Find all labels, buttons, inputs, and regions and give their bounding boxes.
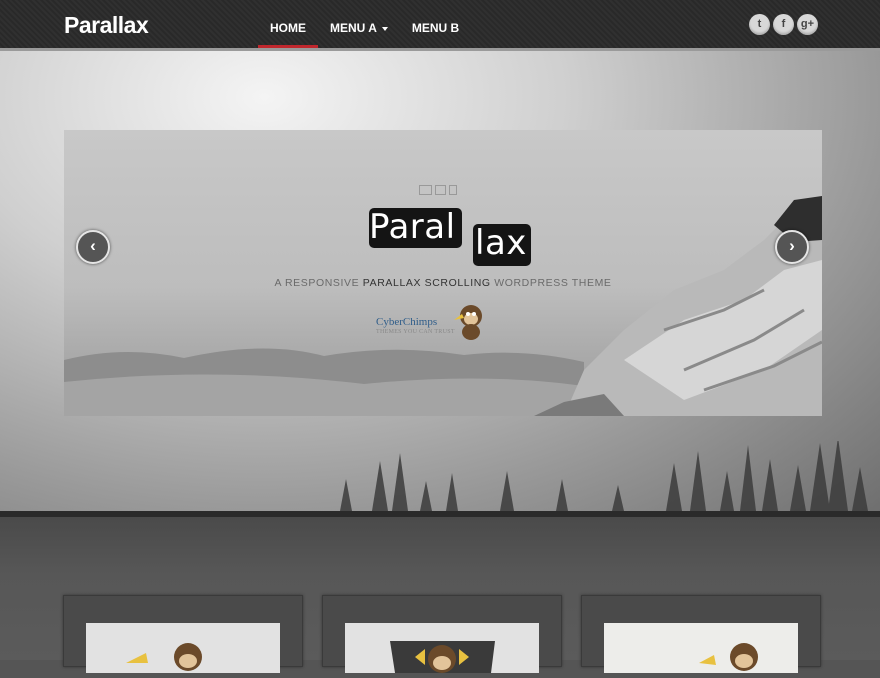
slide-subtitle: A RESPONSIVE PARALLAX SCROLLING WORDPRES… (64, 277, 822, 289)
monkey-mascot-icon (126, 643, 202, 671)
main-menu: HOME MENU A MENU B (258, 0, 471, 48)
brand-tagline: THEMES YOU CAN TRUST (376, 329, 455, 335)
subtitle-emphasis: PARALLAX SCROLLING (362, 277, 491, 289)
feature-card-2-image (345, 623, 539, 673)
caret-down-icon (381, 26, 388, 31)
google-plus-icon[interactable]: g+ (797, 14, 818, 35)
feature-card-3-image (604, 623, 798, 673)
twitter-icon[interactable]: t (749, 14, 770, 35)
subtitle-suffix: WORDPRESS THEME (490, 277, 612, 289)
facebook-icon[interactable]: f (773, 14, 794, 35)
feature-card-3[interactable] (581, 595, 821, 673)
menu-item-home-label: HOME (270, 21, 306, 35)
slider-next-button[interactable]: › (775, 230, 809, 264)
feature-card-2[interactable] (322, 595, 562, 673)
monkey-mascot-icon (454, 305, 482, 340)
slide-title: Paral lax (369, 208, 531, 270)
tree-line-silhouette (340, 441, 868, 511)
laptop-icon (435, 185, 446, 195)
monkey-mascot-icon (390, 641, 495, 673)
monkey-mascot-icon (699, 643, 758, 671)
menu-item-menu-a[interactable]: MENU A (318, 0, 400, 48)
top-navigation-bar: Parallax HOME MENU A MENU B t f g+ (0, 0, 880, 51)
slider-prev-button[interactable]: ‹ (76, 230, 110, 264)
brand-name: CyberChimps (376, 316, 438, 328)
slide-landscape-image (64, 196, 822, 416)
feature-card-1[interactable] (63, 595, 303, 673)
site-logo[interactable]: Parallax (64, 12, 149, 39)
device-icons (419, 185, 457, 195)
menu-item-menu-b-label: MENU B (411, 21, 460, 35)
slide-title-part1: Paral (369, 208, 462, 248)
tablet-icon (449, 185, 457, 195)
desktop-icon (419, 185, 432, 195)
social-links: t f g+ (749, 14, 818, 35)
image-slider: Paral lax A RESPONSIVE PARALLAX SCROLLIN… (64, 130, 822, 416)
menu-item-menu-a-label: MENU A (330, 21, 377, 35)
subtitle-prefix: A RESPONSIVE (274, 277, 363, 289)
menu-item-menu-b[interactable]: MENU B (400, 0, 471, 48)
slide-title-part2: lax (473, 224, 531, 266)
menu-item-home[interactable]: HOME (258, 0, 318, 48)
feature-card-1-image (86, 623, 280, 673)
